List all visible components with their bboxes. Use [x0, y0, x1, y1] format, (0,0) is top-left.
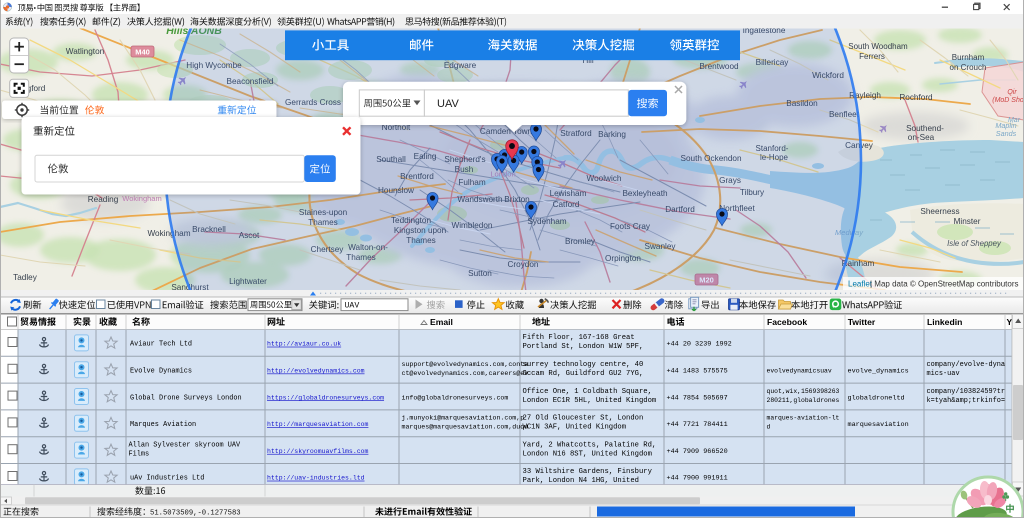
svg-text:Ferrers: Ferrers	[859, 52, 885, 61]
svg-text:Sheerness: Sheerness	[920, 207, 959, 216]
svg-text:Global Drone Surveys London: Global Drone Surveys London	[130, 394, 242, 402]
svg-text:marques@marquesaviation.com,du: marques@marquesaviation.com,duqu	[402, 424, 529, 431]
svg-text:j.munyoki@marquesaviation.com,: j.munyoki@marquesaviation.com,p	[402, 415, 525, 422]
svg-text:27 Old Gloucester St, London: 27 Old Gloucester St, London	[523, 415, 644, 423]
svg-text:Films: Films	[129, 450, 150, 458]
svg-text:+44 20 3239 1992: +44 20 3239 1992	[667, 341, 732, 349]
svg-text:Allan Sylvester skyroom UAV: Allan Sylvester skyroom UAV	[129, 441, 242, 449]
svg-text:| Map data © OpenStreetMap con: | Map data © OpenStreetMap contributors	[870, 280, 1019, 289]
svg-text:mics-uav: mics-uav	[927, 370, 960, 378]
svg-text:M40: M40	[135, 48, 150, 57]
svg-text:Aviaur Tech Ltd: Aviaur Tech Ltd	[130, 341, 192, 349]
svg-text:51.5073509,-0.1277583: 51.5073509,-0.1277583	[150, 510, 241, 518]
svg-text:http://aviaur.co.uk: http://aviaur.co.uk	[267, 341, 341, 348]
svg-text:uAv Industries Ltd: uAv Industries Ltd	[130, 475, 204, 483]
svg-text:info@globaldronesurveys.com: info@globaldronesurveys.com	[402, 394, 509, 401]
svg-text:+44 7721 784411: +44 7721 784411	[667, 421, 728, 429]
svg-text:http://skyroomuavfilms.com: http://skyroomuavfilms.com	[267, 448, 369, 455]
svg-text:Portland St, London W1W 5PF,: Portland St, London W1W 5PF,	[523, 343, 644, 351]
svg-text:Fifth Floor, 167-168 Great: Fifth Floor, 167-168 Great	[523, 334, 635, 342]
svg-text:surrey technology centre, 40: surrey technology centre, 40	[523, 361, 644, 369]
svg-text:+44 7854 505697: +44 7854 505697	[667, 394, 728, 402]
svg-text:33 Wiltshire Gardens, Finsbury: 33 Wiltshire Gardens, Finsbury	[523, 468, 653, 476]
svg-text:on Crouch: on Crouch	[950, 63, 987, 72]
svg-text:Park, London N4 1HG, United: Park, London N4 1HG, United	[523, 477, 639, 485]
svg-text:http://uav-industries.ltd: http://uav-industries.ltd	[267, 475, 365, 482]
svg-text:Yard, 2 Whatcotts, Palatine Rd: Yard, 2 Whatcotts, Palatine Rd,	[523, 441, 657, 449]
svg-text:Rochford: Rochford	[899, 93, 933, 102]
svg-text:k=tyah&amp;trkinfo=: k=tyah&amp;trkinfo=	[927, 397, 1006, 405]
svg-text:ct@evolvedynamics.com,careers@: ct@evolvedynamics.com,careers@ev	[402, 370, 529, 377]
svg-text:South Woodham: South Woodham	[848, 42, 908, 51]
svg-text:Email: Email	[430, 317, 453, 327]
svg-text:Facebook: Facebook	[767, 317, 807, 327]
svg-text:d: d	[767, 424, 771, 431]
svg-text:UAV: UAV	[437, 98, 459, 110]
svg-text:London EC1R 5HL, United Kingdo: London EC1R 5HL, United Kingdom	[523, 397, 657, 405]
svg-text:https://globaldronesurveys.com: https://globaldronesurveys.com	[267, 394, 384, 401]
svg-text:UAV: UAV	[345, 302, 360, 311]
svg-text:evolvedynamicsuav: evolvedynamicsuav	[767, 368, 832, 375]
svg-text:London N16 8ST, United Kingdom: London N16 8ST, United Kingdom	[523, 450, 652, 458]
svg-text:support@evolvedynamics.com,con: support@evolvedynamics.com,conta	[402, 361, 529, 368]
svg-text:Linkedin: Linkedin	[927, 317, 962, 327]
svg-text:280211,globaldrones: 280211,globaldrones	[767, 397, 840, 404]
svg-text:Watlington: Watlington	[66, 47, 105, 56]
svg-text:+44 1483 575575: +44 1483 575575	[667, 368, 728, 376]
svg-text:company/evolve-dyna: company/evolve-dyna	[927, 361, 1006, 369]
svg-text:+44 7900 991911: +44 7900 991911	[667, 475, 728, 483]
svg-text:Reading: Reading	[88, 195, 119, 204]
svg-text:Qir: Qir	[1007, 89, 1017, 96]
svg-text:globaldroneltd: globaldroneltd	[848, 394, 905, 402]
svg-text:Southend-: Southend-	[906, 124, 944, 133]
svg-text:+44 7909 966520: +44 7909 966520	[667, 448, 728, 456]
svg-text:marquesaviation: marquesaviation	[848, 421, 909, 429]
svg-text:Office One, 1 Coldbath Square,: Office One, 1 Coldbath Square,	[523, 388, 652, 396]
svg-text:marques-aviation-lt: marques-aviation-lt	[767, 415, 840, 422]
svg-text:Evolve Dynamics: Evolve Dynamics	[130, 368, 192, 376]
svg-text:Minster: Minster	[954, 217, 981, 226]
svg-text:Tadley: Tadley	[13, 273, 38, 282]
svg-text:(MoD Sho: (MoD Sho	[992, 97, 1024, 104]
svg-text:Isle of Sheppey: Isle of Sheppey	[947, 239, 1002, 248]
svg-text:Marques Aviation: Marques Aviation	[130, 421, 196, 429]
svg-text:Burnham: Burnham	[952, 53, 985, 62]
svg-text:on-Sea: on-Sea	[908, 133, 935, 142]
svg-text:WC1N 3AF, United Kingdom: WC1N 3AF, United Kingdom	[523, 424, 627, 432]
svg-text:Mar: Mar	[1008, 117, 1021, 124]
svg-text:company/10382459?tr: company/10382459?tr	[927, 388, 1006, 396]
svg-text:http://marquesaviation.com: http://marquesaviation.com	[267, 421, 369, 428]
svg-text:Occam Rd, Guildford GU2 7YG,: Occam Rd, Guildford GU2 7YG,	[523, 370, 644, 378]
svg-text:evolve_dynamics: evolve_dynamics	[848, 368, 909, 376]
svg-text:quot,wix,1569398263: quot,wix,1569398263	[767, 388, 840, 395]
svg-text:Wokingham: Wokingham	[122, 194, 161, 203]
svg-text:http://evolvedynamics.com: http://evolvedynamics.com	[267, 368, 365, 375]
svg-text:Sands: Sands	[996, 129, 1017, 138]
svg-text:gford: gford	[27, 84, 46, 93]
svg-text:Twitter: Twitter	[848, 317, 876, 327]
